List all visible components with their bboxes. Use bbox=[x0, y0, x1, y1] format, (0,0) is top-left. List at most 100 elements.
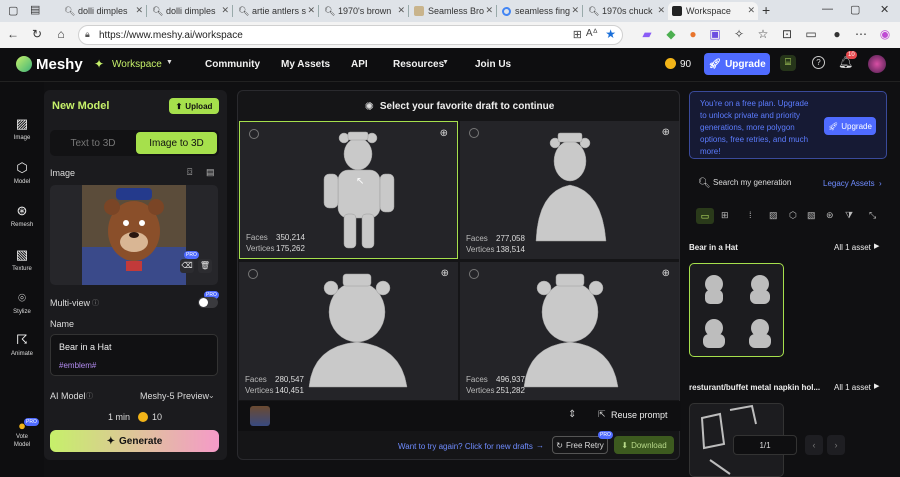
browser-tab[interactable]: seamless fing ✕ bbox=[498, 2, 582, 20]
promo-text: You're on a free plan. Upgrade to unlock… bbox=[700, 99, 809, 156]
extension-icon[interactable]: ● bbox=[686, 27, 700, 41]
ai-model-select[interactable]: Meshy-5 Preview bbox=[140, 391, 209, 401]
browser-tab[interactable]: 🔍︎ 1970's brown ✕ bbox=[320, 2, 408, 20]
folder-icon[interactable]: ▭ bbox=[696, 208, 714, 224]
extension-icon[interactable]: ▰ bbox=[640, 27, 654, 41]
input-image-thumbnail[interactable] bbox=[250, 406, 270, 426]
view-all-link[interactable]: All 1 asset bbox=[834, 383, 871, 392]
prev-page-button[interactable]: ‹ bbox=[805, 435, 823, 455]
upload-button[interactable]: ⬆ Upload bbox=[169, 98, 219, 114]
resources-menu[interactable]: Resources bbox=[393, 59, 444, 70]
next-page-button[interactable]: › bbox=[827, 435, 845, 455]
close-icon[interactable]: ✕ bbox=[747, 5, 755, 16]
image-drop-area[interactable]: PRO ⌫ 🗑︎ bbox=[50, 185, 218, 285]
gallery-icon[interactable]: ▤ bbox=[206, 167, 215, 178]
browser-tab[interactable]: Seamless Bro ✕ bbox=[410, 2, 496, 20]
join-us-link[interactable]: Join Us bbox=[475, 59, 511, 70]
grid-icon[interactable]: ⊞ bbox=[721, 210, 729, 221]
tab-actions-icon[interactable]: ▤ bbox=[30, 3, 40, 16]
sidebar-item-texture[interactable]: ▧ Texture bbox=[0, 247, 44, 272]
browser-tab[interactable]: 🔍︎ dolli dimples ✕ bbox=[148, 2, 232, 20]
sidebar-item-stylize[interactable]: ⌾ Stylize bbox=[0, 290, 44, 315]
multiview-toggle[interactable] bbox=[198, 297, 218, 308]
view-all-link[interactable]: All 1 asset bbox=[834, 243, 871, 252]
extension-icon[interactable]: ▣ bbox=[708, 27, 722, 41]
sidebar-item-vote-model[interactable]: ● Vote Model bbox=[0, 419, 44, 449]
close-icon[interactable]: ✕ bbox=[221, 5, 229, 16]
browser-tab[interactable]: 🔍︎ dolli dimples ✕ bbox=[60, 2, 146, 20]
trash-icon[interactable]: 🗑︎ bbox=[198, 259, 212, 273]
tab-text-to-3d[interactable]: Text to 3D bbox=[52, 132, 134, 154]
window-menu-icon[interactable]: ▢ bbox=[8, 4, 18, 17]
sidebar-item-animate[interactable]: ☈ Animate bbox=[0, 332, 44, 357]
puzzle-icon[interactable]: ✧ bbox=[732, 27, 746, 41]
close-icon[interactable]: ✕ bbox=[135, 5, 143, 16]
image-icon[interactable]: ▨ bbox=[769, 210, 778, 221]
browser-tab[interactable]: 🔍︎ 1970s chuck ✕ bbox=[584, 2, 668, 20]
home-icon[interactable]: ⌂ bbox=[54, 27, 68, 41]
generate-button[interactable]: ✦ Generate bbox=[50, 430, 219, 452]
draft-card[interactable]: ⊕ Faces 496,937 Vertices 251,282 bbox=[460, 262, 679, 400]
reuse-prompt-button[interactable]: Reuse prompt bbox=[611, 410, 668, 420]
favorite-star-icon[interactable]: ★ bbox=[605, 27, 616, 41]
favorites-icon[interactable]: ☆ bbox=[756, 27, 770, 41]
close-window-icon[interactable]: ✕ bbox=[880, 3, 889, 16]
gift-icon[interactable]: ⌸ bbox=[780, 55, 796, 71]
new-drafts-link[interactable]: Want to try again? Click for new drafts bbox=[398, 442, 533, 451]
help-icon[interactable]: ? bbox=[812, 56, 825, 69]
browser-tab-active[interactable]: Workspace ✕ bbox=[668, 2, 758, 20]
refresh-icon[interactable]: ↻ bbox=[30, 27, 44, 41]
cube-icon[interactable]: ⬡ bbox=[789, 210, 797, 221]
more-icon[interactable]: ⋯ bbox=[854, 27, 868, 41]
eraser-icon[interactable]: ⌫ bbox=[180, 259, 194, 273]
sidebar-item-image[interactable]: ▨ Image bbox=[0, 116, 44, 141]
download-button[interactable]: ⬇ Download bbox=[614, 436, 674, 454]
close-icon[interactable]: ✕ bbox=[571, 5, 579, 16]
workspace-menu[interactable]: Workspace bbox=[112, 59, 162, 70]
sidebar-item-remesh[interactable]: ⊛ Remesh bbox=[0, 203, 44, 228]
browser-tab[interactable]: 🔍︎ artie antlers s ✕ bbox=[234, 2, 318, 20]
sidebar-item-model[interactable]: ⬡ Model bbox=[0, 160, 44, 185]
collapse-icon[interactable]: ⤡ bbox=[869, 210, 876, 221]
meshy-favicon-icon bbox=[672, 6, 682, 16]
asset-card[interactable] bbox=[689, 263, 784, 357]
read-aloud-icon[interactable]: Aᐞ bbox=[586, 28, 598, 39]
extension-icon[interactable]: ◆ bbox=[664, 27, 678, 41]
remesh-icon[interactable]: ⊛ bbox=[826, 210, 834, 221]
draft-card[interactable]: ⊕ ↖ Faces 350,214 Vertices 175,262 bbox=[239, 121, 458, 259]
api-link[interactable]: API bbox=[351, 59, 368, 70]
texture-icon[interactable]: ▧ bbox=[807, 210, 816, 221]
community-link[interactable]: Community bbox=[205, 59, 260, 70]
expand-icon[interactable]: ⇕ bbox=[568, 409, 576, 420]
app-available-icon[interactable]: ⊞ bbox=[573, 28, 582, 41]
draft-card[interactable]: ⊕ Faces 277,058 Vertices 138,514 bbox=[460, 121, 679, 259]
name-field[interactable]: Bear in a Hat #emblem# bbox=[50, 334, 218, 376]
close-icon[interactable]: ✕ bbox=[307, 5, 315, 16]
my-assets-link[interactable]: My Assets bbox=[281, 59, 330, 70]
new-tab-button[interactable]: + bbox=[762, 2, 770, 18]
wallet-icon[interactable]: ▭ bbox=[804, 27, 818, 41]
compare-icon[interactable]: ⌼ bbox=[187, 167, 192, 178]
collections-icon[interactable]: ⊡ bbox=[780, 27, 794, 41]
back-icon[interactable]: ← bbox=[6, 27, 20, 41]
page-indicator[interactable]: 1/1 bbox=[733, 435, 797, 455]
dots-grid-icon[interactable]: ⁞ bbox=[749, 210, 752, 220]
close-icon[interactable]: ✕ bbox=[657, 5, 665, 16]
draft-card[interactable]: ⊕ Faces 280,547 Vertices 140,451 bbox=[239, 262, 458, 400]
upgrade-button[interactable]: 🚀︎ Upgrade bbox=[704, 53, 770, 75]
filter-icon[interactable]: ⧩ bbox=[845, 210, 853, 221]
copilot-icon[interactable]: ◉ bbox=[878, 27, 892, 41]
tab-image-to-3d[interactable]: Image to 3D bbox=[136, 132, 217, 154]
logo-text[interactable]: Meshy bbox=[36, 56, 83, 73]
avatar[interactable] bbox=[868, 55, 886, 73]
maximize-icon[interactable]: ▢ bbox=[850, 3, 860, 16]
minimize-icon[interactable]: — bbox=[822, 3, 833, 15]
address-bar[interactable]: 🔒︎ https://www.meshy.ai/workspace ⊞ Aᐞ ★ bbox=[78, 25, 623, 45]
pagination: 1/1 ‹ › bbox=[733, 434, 845, 456]
close-icon[interactable]: ✕ bbox=[485, 5, 493, 16]
search-input[interactable]: Search my generation bbox=[713, 178, 791, 187]
profile-icon[interactable]: ● bbox=[830, 27, 844, 41]
close-icon[interactable]: ✕ bbox=[397, 5, 405, 16]
legacy-assets-link[interactable]: Legacy Assets bbox=[823, 179, 875, 188]
promo-upgrade-button[interactable]: 🚀︎ Upgrade bbox=[824, 117, 876, 135]
